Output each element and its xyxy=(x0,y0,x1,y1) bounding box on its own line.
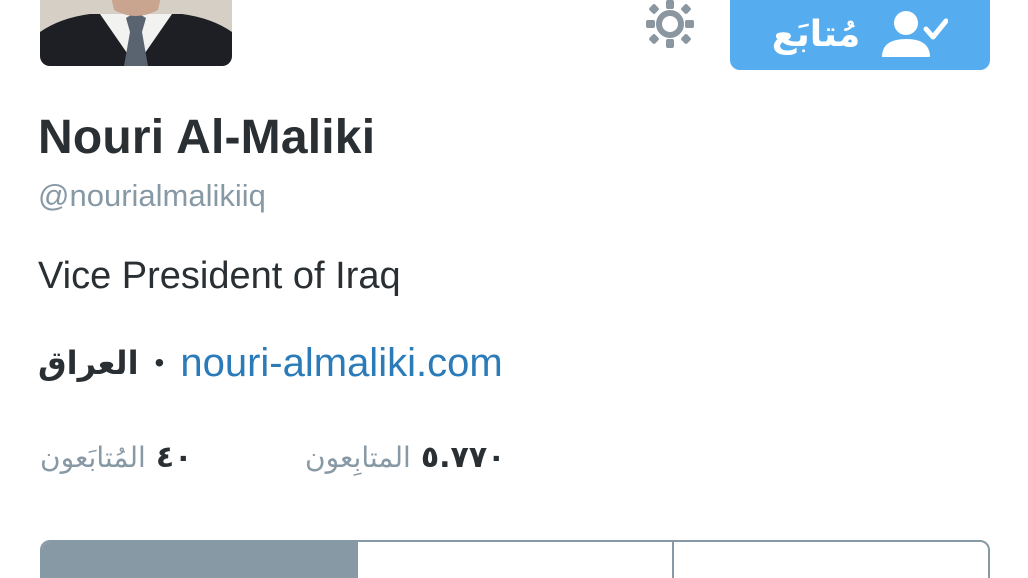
profile-meta-row: العراق • nouri-almaliki.com xyxy=(38,338,503,388)
following-stat[interactable]: ٤٠ المُتابَعون xyxy=(40,440,192,475)
tab-1[interactable] xyxy=(42,542,358,578)
followers-count: ٥.٧٧٠ xyxy=(420,440,506,475)
settings-gear-icon[interactable] xyxy=(642,0,698,52)
following-button[interactable]: مُتابَع xyxy=(730,0,990,70)
following-button-label: مُتابَع xyxy=(771,13,861,55)
profile-website-link[interactable]: nouri-almaliki.com xyxy=(180,341,502,386)
followers-label: المتابِعون xyxy=(305,441,411,474)
tab-3[interactable] xyxy=(674,542,988,578)
profile-handle: @nourialmalikiiq xyxy=(38,178,266,213)
profile-tabs xyxy=(40,540,990,578)
following-label: المُتابَعون xyxy=(40,441,146,474)
meta-separator: • xyxy=(154,347,165,378)
followers-stat[interactable]: ٥.٧٧٠ المتابِعون xyxy=(305,440,505,475)
following-count: ٤٠ xyxy=(155,440,193,475)
tab-2[interactable] xyxy=(358,542,674,578)
user-check-icon xyxy=(882,11,949,57)
profile-display-name: Nouri Al-Maliki xyxy=(38,111,376,164)
gear-icon xyxy=(646,0,694,48)
profile-bio: Vice President of Iraq xyxy=(38,255,401,297)
avatar[interactable] xyxy=(40,0,232,66)
profile-location: العراق xyxy=(38,344,139,382)
profile-screen: مُتابَع Nouri Al-Maliki @nourialmalikiiq… xyxy=(0,0,1028,578)
avatar-photo xyxy=(40,0,232,66)
